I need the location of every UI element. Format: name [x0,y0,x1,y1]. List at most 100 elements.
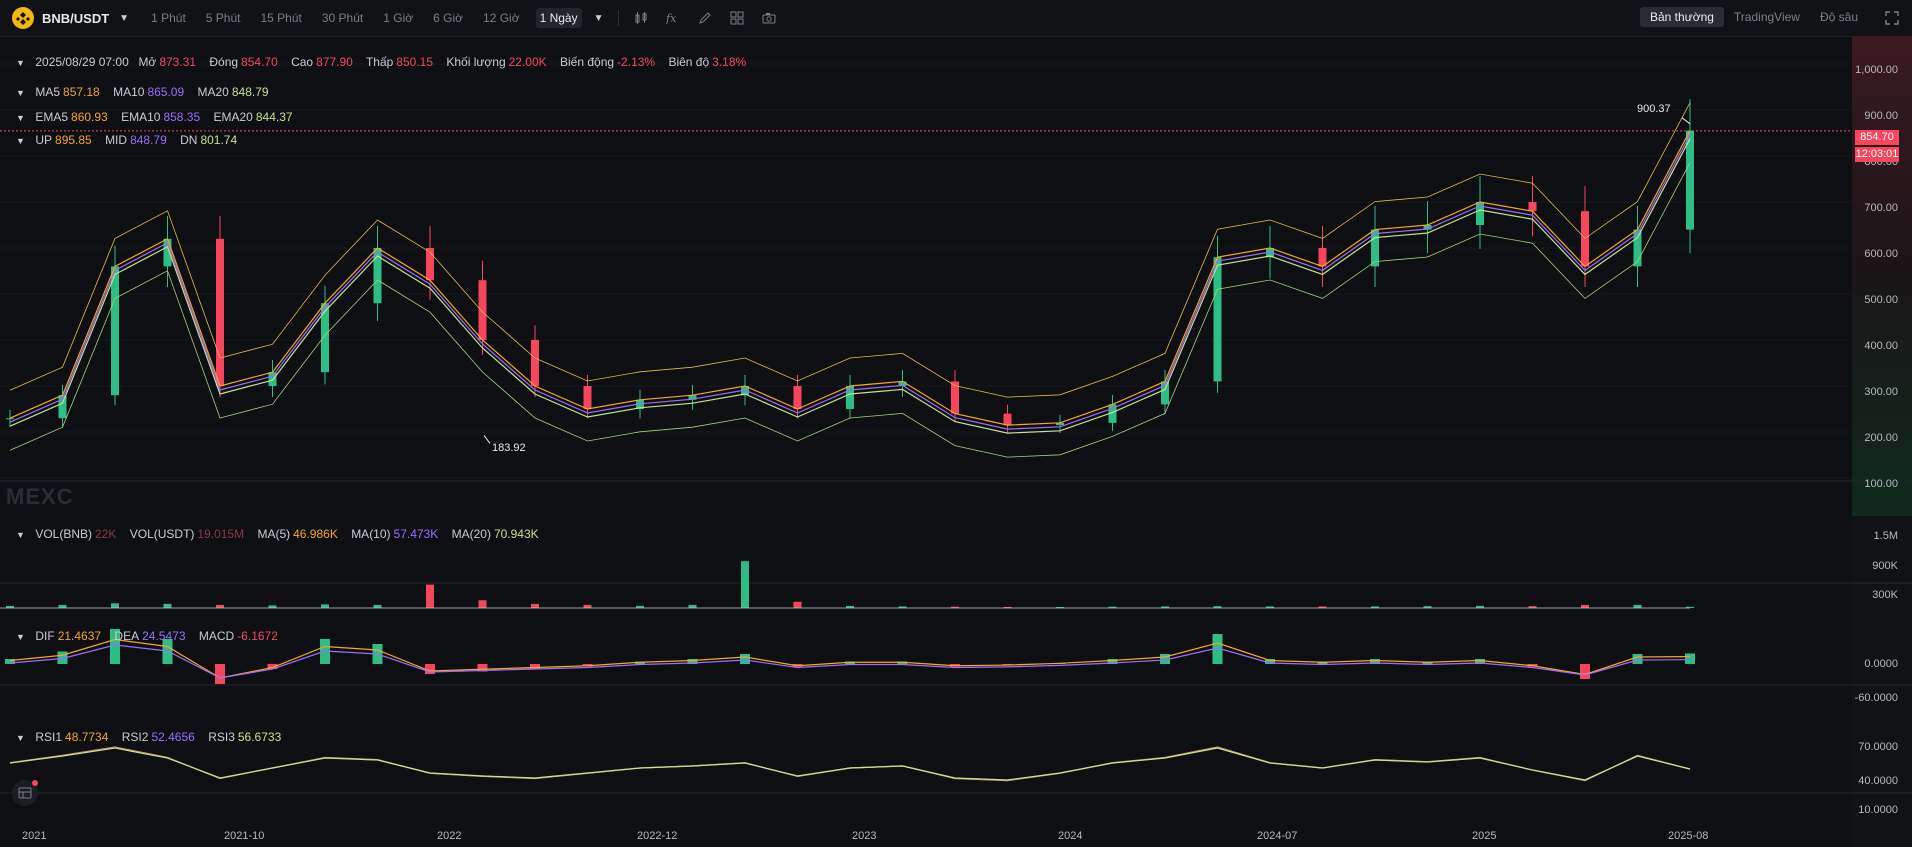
rsi-axis-label: 40.0000 [1858,775,1898,787]
volume-label: Khối lượng [446,55,506,69]
collapse-chevron-icon[interactable]: ▼ [16,136,26,146]
candle-body [6,418,14,420]
boll-dn-value: 801.74 [200,133,238,147]
pair-selector[interactable]: BNB/USDT [42,11,109,26]
ohlc-legend: ▼ 2025/08/29 07:00 Mở 873.31 Đóng 854.70 C… [16,55,756,69]
macd-value: -6.1672 [237,629,278,643]
interval-more-chevron-icon[interactable]: ▼ [594,13,604,24]
time-axis-label: 2021 [22,830,47,842]
boll-dn-label: DN [180,133,198,147]
interval-12h[interactable]: 12 Giờ [479,8,524,28]
view-depth[interactable]: Độ sâu [1810,7,1868,27]
macd-histogram-bar [740,654,750,664]
ma5-value: 857.18 [63,85,100,99]
volume-bar [688,604,697,608]
price-axis-panel [1852,36,1912,516]
open-value: 873.31 [159,55,197,69]
boll-up-value: 895.85 [55,133,92,147]
collapse-chevron-icon[interactable]: ▼ [16,632,26,642]
interval-1m[interactable]: 1 Phút [147,8,190,28]
volume-bar [1633,604,1642,608]
view-standard[interactable]: Bản thường [1639,7,1724,27]
volume-bar [793,601,802,608]
current-price-tag: 854.70 [1855,130,1899,145]
price-axis-label: 400.00 [1864,340,1898,352]
screenshot-camera-icon[interactable] [761,10,777,26]
volume-bar [111,603,119,608]
rsi2-label: RSI2 [121,730,149,744]
toolbar-divider [617,10,619,26]
volume-value: 22.00K [508,55,547,69]
ema10-value: 858.35 [163,110,201,124]
candle-body [1528,202,1537,212]
vol-usdt-value: 19.015M [197,527,245,541]
candle-body [1686,130,1694,230]
top-toolbar: BNB/USDT ▼ 1 Phút 5 Phút 15 Phút 30 Phút… [0,0,1912,37]
vol-bnb-label: VOL(BNB) [35,527,93,541]
ma5-label: MA5 [35,85,61,99]
change-value: -2.13% [617,55,656,69]
dif-label: DIF [35,629,55,643]
candle-type-icon[interactable] [633,10,649,26]
drawing-pen-icon[interactable] [697,10,713,26]
boll-up-line [9,102,1691,398]
candle-body [1003,413,1012,426]
pair-dropdown-chevron-icon[interactable]: ▼ [119,13,129,24]
collapse-chevron-icon[interactable]: ▼ [16,88,26,98]
open-label: Mở [138,55,157,69]
collapse-chevron-icon[interactable]: ▼ [16,113,26,123]
candle-body [1213,257,1222,382]
macd-histogram-bar [1580,664,1590,679]
interval-6h[interactable]: 6 Giờ [429,8,467,28]
interval-1h[interactable]: 1 Giờ [379,8,417,28]
amplitude-label: Biên độ [668,55,710,69]
rsi1-value: 48.7734 [65,730,109,744]
chart-settings-icon[interactable] [12,780,38,806]
dif-line [9,638,1691,679]
vol-ma5-value: 46.986K [293,527,338,541]
time-axis-label: 2024 [1058,830,1083,842]
collapse-chevron-icon[interactable]: ▼ [16,733,26,743]
close-value: 854.70 [241,55,278,69]
bnb-logo [12,7,34,29]
interval-30m[interactable]: 30 Phút [318,8,367,28]
layout-grid-icon[interactable] [729,10,745,26]
low-marker-label: 183.92 [492,442,526,454]
boll-up-label: UP [35,133,53,147]
volume-bar [58,604,67,608]
high-label: Cao [291,55,314,69]
fullscreen-icon[interactable] [1884,10,1900,26]
volume-legend: ▼ VOL(BNB) 22K VOL(USDT) 19.015M MA(5) 46.9… [16,527,549,541]
ema5-value: 860.93 [71,110,108,124]
volume-bar [163,603,172,608]
ma20-value: 848.79 [231,85,269,99]
ma20-label: MA20 [197,85,229,99]
view-tradingview[interactable]: TradingView [1724,7,1810,27]
change-label: Biến động [560,55,615,69]
indicators-fx-icon[interactable]: fx [665,10,681,26]
price-axis-label: 900.00 [1864,110,1898,122]
collapse-chevron-icon[interactable]: ▼ [16,58,26,68]
time-axis-label: 2022 [437,830,462,842]
interval-5m[interactable]: 5 Phút [202,8,245,28]
interval-tabs: 1 Phút 5 Phút 15 Phút 30 Phút 1 Giờ 6 Gi… [147,8,594,28]
ema10-label: EMA10 [121,110,161,124]
interval-1d[interactable]: 1 Ngày [535,8,582,28]
low-value: 850.15 [396,55,433,69]
candle-body [478,280,487,340]
macd-histogram-bar [1685,653,1695,664]
volume-axis-label: 300K [1872,589,1898,601]
rsi1-label: RSI1 [35,730,63,744]
svg-text:fx: fx [666,12,677,25]
candle-body [268,372,277,386]
collapse-chevron-icon[interactable]: ▼ [16,530,26,540]
price-chart-canvas[interactable] [0,36,1912,847]
candle-body [216,238,224,386]
price-axis-label: 200.00 [1864,432,1898,444]
time-axis-label: 2021-10 [224,830,265,842]
price-axis-label: 300.00 [1864,386,1898,398]
high-marker-label: 900.37 [1637,103,1671,115]
interval-15m[interactable]: 15 Phút [256,8,305,28]
vol-ma5-label: MA(5) [257,527,291,541]
ema20-label: EMA20 [213,110,253,124]
